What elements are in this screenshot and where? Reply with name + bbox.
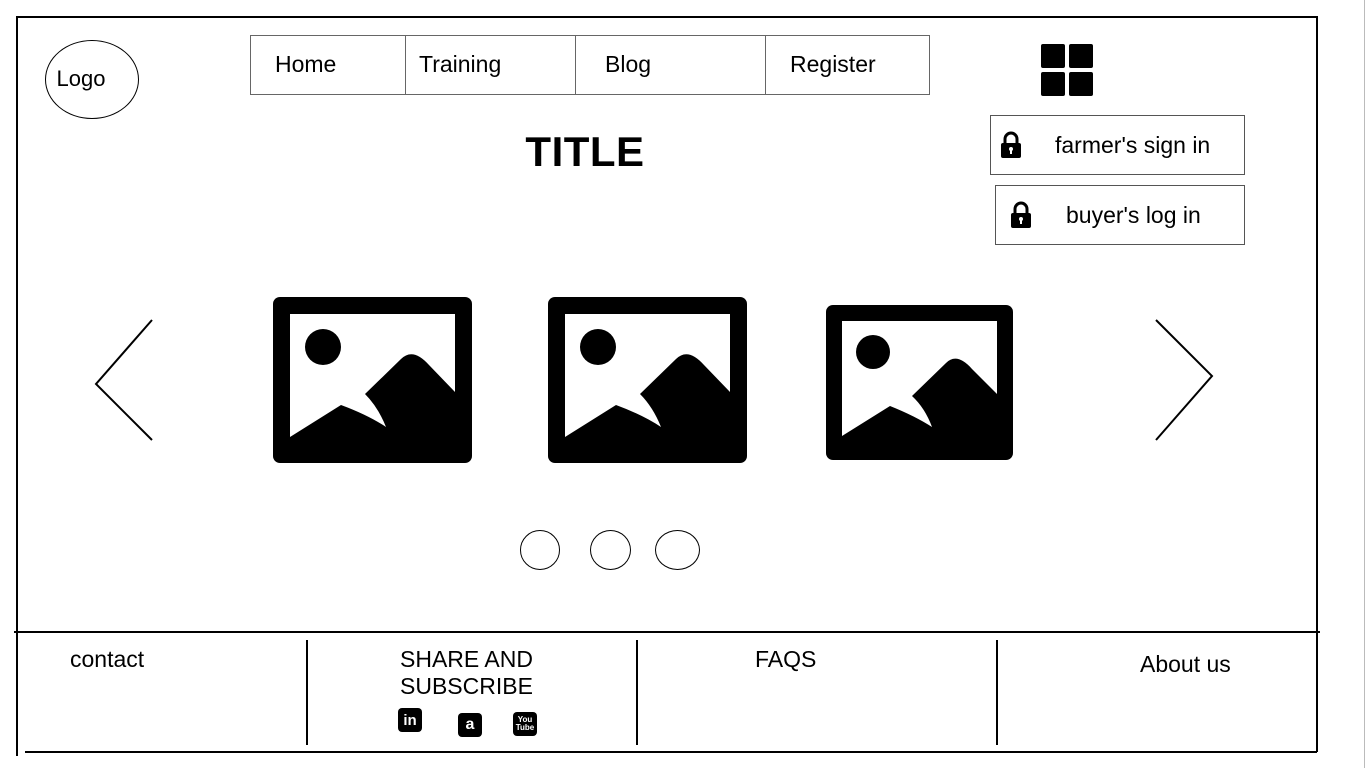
image-placeholder-icon[interactable] — [548, 297, 747, 463]
grid-icon[interactable] — [1041, 44, 1093, 96]
nav-item-label: Training — [419, 51, 502, 77]
buyer-log-in-button[interactable]: buyer's log in — [995, 185, 1245, 245]
footer-share-line: SUBSCRIBE — [400, 673, 533, 699]
nav-item-label: Register — [790, 51, 876, 77]
carousel-dot[interactable] — [520, 530, 560, 570]
footer-contact-link[interactable]: contact — [70, 646, 144, 673]
youtube-icon[interactable]: You Tube — [513, 712, 537, 736]
nav-item-training[interactable]: Training — [419, 36, 569, 94]
youtube-glyph: You Tube — [515, 715, 535, 732]
main-nav: Home Training Blog Register — [250, 35, 930, 95]
nav-item-label: Blog — [605, 51, 652, 77]
frame-right — [1316, 16, 1318, 752]
linkedin-icon[interactable]: in — [398, 708, 422, 732]
image-placeholder-icon[interactable] — [273, 297, 472, 463]
carousel-dot[interactable] — [590, 530, 631, 570]
buyer-log-in-label: buyer's log in — [1066, 202, 1201, 228]
frame-bottom — [25, 751, 1317, 753]
logo-label: Logo — [56, 65, 106, 91]
nav-item-register[interactable]: Register — [790, 36, 920, 94]
nav-item-label: Home — [275, 51, 337, 77]
amazon-glyph: a — [465, 716, 475, 733]
footer-faqs-link[interactable]: FAQS — [755, 646, 816, 673]
nav-separator — [575, 36, 576, 94]
lock-icon — [1001, 131, 1021, 158]
page-title: TITLE — [525, 128, 645, 175]
page-edge — [1364, 0, 1365, 768]
farmer-sign-in-label: farmer's sign in — [1055, 132, 1211, 158]
linkedin-glyph: in — [403, 711, 417, 729]
footer-share-heading: SHARE AND SUBSCRIBE — [400, 646, 533, 700]
amazon-icon[interactable]: a — [458, 713, 482, 737]
lock-icon — [1011, 201, 1031, 228]
footer-column-divider — [306, 640, 308, 745]
footer-column-divider — [996, 640, 998, 745]
logo[interactable]: Logo — [45, 40, 139, 119]
carousel-dot[interactable] — [655, 530, 700, 570]
footer-divider — [14, 631, 1320, 633]
farmer-sign-in-button[interactable]: farmer's sign in — [990, 115, 1245, 175]
chevron-left-icon[interactable] — [92, 318, 156, 444]
nav-separator — [405, 36, 406, 94]
nav-item-blog[interactable]: Blog — [605, 36, 755, 94]
footer-about-link[interactable]: About us — [1140, 651, 1231, 678]
nav-separator — [765, 36, 766, 94]
chevron-right-icon[interactable] — [1152, 318, 1216, 444]
frame-top — [16, 16, 1318, 18]
footer-share-line: SHARE AND — [400, 646, 533, 672]
image-placeholder-icon[interactable] — [826, 305, 1013, 460]
footer-column-divider — [636, 640, 638, 745]
frame-left — [16, 16, 18, 756]
nav-item-home[interactable]: Home — [275, 36, 405, 94]
